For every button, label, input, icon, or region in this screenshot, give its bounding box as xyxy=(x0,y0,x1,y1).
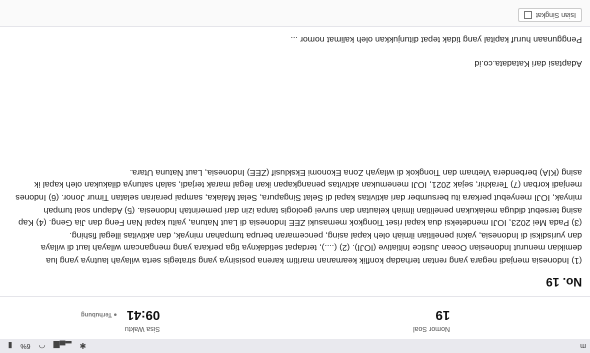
exam-footer: Isian Singkat xyxy=(0,0,590,27)
wifi-icon: ◠ xyxy=(38,341,46,351)
passage-line: demikian menurut Indonesian Ocean Justic… xyxy=(40,243,582,254)
connection-status: ● Terhubung xyxy=(80,311,118,318)
passage-line: dan yurisdiksi di Indonesia, yakni penel… xyxy=(69,230,582,241)
exam-screen: m ✱ ▂▄▆ ◠ 6% ▮ Nomor Soal 19 Sisa Waktu … xyxy=(0,0,590,353)
battery-icon: ▮ xyxy=(8,341,13,351)
passage-line: minyak, IOJI menyebut perkara itu bersum… xyxy=(15,193,582,204)
short-answer-checkbox[interactable] xyxy=(523,11,532,19)
question-number-label: Nomor Soal xyxy=(413,325,450,332)
question-area: No. 19 (1) Indonesia menjadi negara yang… xyxy=(0,27,590,297)
passage-line: asing (KIA) berbendera Vietnam dan Tiong… xyxy=(129,167,582,178)
time-remaining-text: 09:41 xyxy=(126,308,160,323)
status-time: m xyxy=(580,342,586,350)
bluetooth-icon: ✱ xyxy=(79,341,87,351)
question-title: No. 19 xyxy=(545,275,582,289)
battery-percent: 6% xyxy=(20,342,31,350)
question-passage: (1) Indonesia menjadi negara yang rentan… xyxy=(0,166,582,267)
connection-status-text: Terhubung xyxy=(80,311,112,318)
passage-line: (1) Indonesia menjadi negara yang rentan… xyxy=(46,256,582,266)
status-icons: ✱ ▂▄▆ ◠ 6% ▮ xyxy=(8,342,86,351)
short-answer-label: Isian Singkat xyxy=(535,11,576,19)
passage-source: Adaptasi dari Katadata.co.id xyxy=(474,59,583,69)
exam-header: Nomor Soal 19 Sisa Waktu 09:41 ● Terhubu… xyxy=(0,296,590,339)
time-remaining-value: 09:41 ● Terhubung xyxy=(81,308,160,323)
passage-line: menjadi korban (7) Terakhir, sejak 2021,… xyxy=(34,180,582,191)
question-prompt: Penggunaan huruf kapital yang tidak tepa… xyxy=(290,35,582,45)
status-bar: m ✱ ▂▄▆ ◠ 6% ▮ xyxy=(0,338,590,353)
passage-line: (3) Pada Mei 2023, IOJI mendeteksi dua k… xyxy=(18,218,582,229)
short-answer-toggle[interactable]: Isian Singkat xyxy=(517,8,582,22)
time-block: Sisa Waktu 09:41 ● Terhubung xyxy=(81,308,160,332)
passage-line: asing tersebut diduga melakukan peneliti… xyxy=(43,205,582,216)
question-number-block: Nomor Soal 19 xyxy=(413,308,450,332)
time-remaining-label: Sisa Waktu xyxy=(124,325,160,332)
signal-icon: ▂▄▆ xyxy=(53,341,72,351)
question-number-value: 19 xyxy=(435,308,450,323)
